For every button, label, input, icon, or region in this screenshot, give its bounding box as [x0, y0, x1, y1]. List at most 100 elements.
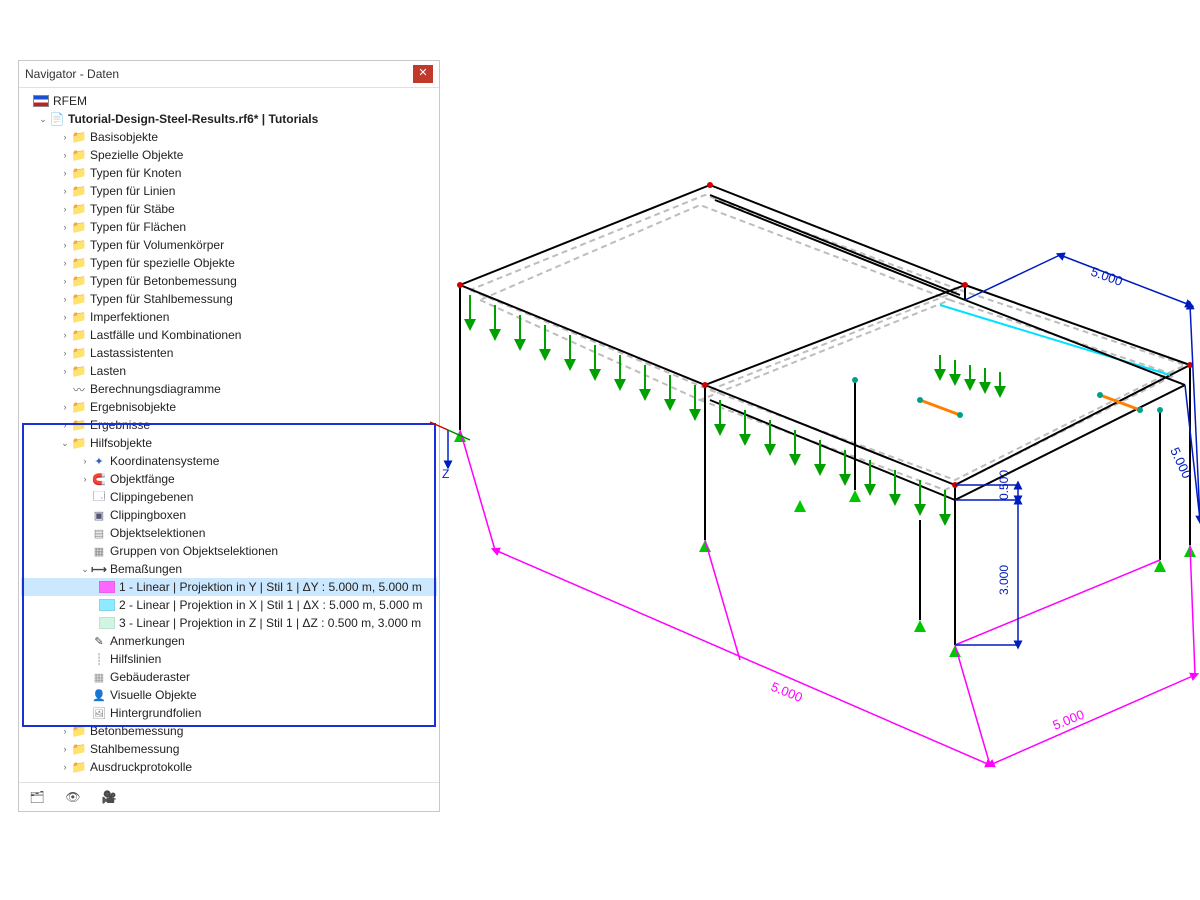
tree-label: Typen für Flächen — [90, 220, 186, 234]
folder-icon — [71, 742, 87, 756]
panel-title: Navigator - Daten — [25, 67, 119, 81]
tree-item-spezielle[interactable]: › Spezielle Objekte — [21, 146, 437, 164]
footer-view-tab[interactable]: 👁 — [61, 787, 85, 807]
caret-right-icon[interactable]: › — [59, 330, 71, 340]
tree-item-basisobjekte[interactable]: ›Basisobjekte — [21, 128, 437, 146]
tree-label: Lasten — [90, 364, 126, 378]
tree-label: Typen für Betonbemessung — [90, 274, 237, 288]
tree-item-hilfsobjekte[interactable]: ⌄Hilfsobjekte — [21, 434, 437, 452]
tree-item-hintergrund[interactable]: ›Hintergrundfolien — [21, 704, 437, 722]
group-icon — [91, 544, 107, 558]
tree-dim-item-1[interactable]: 1 - Linear | Projektion in Y | Stil 1 | … — [21, 578, 437, 596]
tree-item-objfaenge[interactable]: ›Objektfänge — [21, 470, 437, 488]
folder-icon — [71, 292, 87, 306]
tree-item-erg[interactable]: › Ergebnisse — [21, 416, 437, 434]
caret-down-icon[interactable]: ⌄ — [59, 438, 71, 449]
tree-label: Bemaßungen — [110, 562, 182, 576]
folder-icon — [71, 400, 87, 414]
tree-item-beton[interactable]: › Betonbemessung — [21, 722, 437, 740]
tree-label: Hilfslinien — [110, 652, 161, 666]
tree-label: Spezielle Objekte — [90, 148, 183, 162]
caret-right-icon[interactable]: › — [59, 168, 71, 178]
tree-item-stahl[interactable]: › Stahlbemessung — [21, 740, 437, 758]
tree-item-anmerk[interactable]: ›Anmerkungen — [21, 632, 437, 650]
footer-video-tab[interactable]: 🎥 — [97, 787, 121, 807]
folder-icon — [71, 724, 87, 738]
folder-icon — [71, 220, 87, 234]
tree-item-imperfekt[interactable]: ›Imperfektionen — [21, 308, 437, 326]
caret-right-icon[interactable]: › — [79, 474, 91, 484]
caret-right-icon[interactable]: › — [59, 348, 71, 358]
caret-right-icon[interactable]: › — [59, 186, 71, 196]
dim-text-z2: 3.000 — [997, 565, 1011, 595]
caret-down-icon[interactable]: ⌄ — [37, 114, 49, 125]
caret-right-icon[interactable]: › — [59, 222, 71, 232]
close-button[interactable]: ✕ — [413, 65, 433, 83]
tree-item-typ-stahl[interactable]: ›Typen für Stahlbemessung — [21, 290, 437, 308]
tree: ▸ RFEM ⌄ Tutorial-Design-Steel-Results.r… — [19, 88, 439, 776]
tree-item-typ-flaechen[interactable]: › Typen für Flächen — [21, 218, 437, 236]
tree-item-typ-staebe[interactable]: › Typen für Stäbe — [21, 200, 437, 218]
tree-label: 1 - Linear | Projektion in Y | Stil 1 | … — [119, 580, 419, 594]
tree-item-clipebenen[interactable]: ›Clippingebenen — [21, 488, 437, 506]
tree-item-ergobj[interactable]: › Ergebnisobjekte — [21, 398, 437, 416]
tree-item-koord[interactable]: › Koordinatensysteme — [21, 452, 437, 470]
caret-right-icon[interactable]: › — [59, 762, 71, 772]
tree-item-bemassungen[interactable]: ⌄ Bemaßungen — [21, 560, 437, 578]
tree-item-typ-knoten[interactable]: ›Typen für Knoten — [21, 164, 437, 182]
tree-label: Ergebnisobjekte — [90, 400, 176, 414]
annotation-icon — [91, 634, 107, 648]
caret-right-icon[interactable]: › — [59, 294, 71, 304]
tree-app-root[interactable]: ▸ RFEM — [21, 92, 437, 110]
caret-right-icon[interactable]: › — [59, 204, 71, 214]
caret-right-icon[interactable]: › — [59, 132, 71, 142]
tree-label: Typen für Volumenkörper — [90, 238, 224, 252]
caret-right-icon[interactable]: › — [59, 240, 71, 250]
tree-item-typ-spezielle[interactable]: ›Typen für spezielle Objekte — [21, 254, 437, 272]
caret-down-icon[interactable]: ⌄ — [79, 564, 91, 575]
tree-dim-item-2[interactable]: 2 - Linear | Projektion in X | Stil 1 | … — [21, 596, 437, 614]
model-viewport[interactable]: 5.000 5.000 5.000 5.000 0.500 3.000 Z — [400, 100, 1200, 800]
dim-text-y2: 5.000 — [1051, 707, 1087, 733]
tree-item-hilfslinien[interactable]: ›Hilfslinien — [21, 650, 437, 668]
tree-label: Typen für Stäbe — [90, 202, 175, 216]
tree-item-lastfaelle[interactable]: ›Lastfälle und Kombinationen — [21, 326, 437, 344]
tree-item-typ-linien[interactable]: ›Typen für Linien — [21, 182, 437, 200]
tree-label: Ergebnisse — [90, 418, 150, 432]
caret-right-icon[interactable]: › — [59, 420, 71, 430]
caret-right-icon[interactable]: › — [59, 366, 71, 376]
footer-data-tab[interactable]: 🗂 — [25, 787, 49, 807]
caret-right-icon[interactable]: › — [59, 276, 71, 286]
tree-item-objsel[interactable]: ›Objektselektionen — [21, 524, 437, 542]
caret-right-icon[interactable]: › — [59, 150, 71, 160]
app-icon — [33, 95, 49, 107]
tree-label: Stahlbemessung — [90, 742, 179, 756]
tree-item-lastassist[interactable]: ›Lastassistenten — [21, 344, 437, 362]
tree-item-gruppen[interactable]: ›Gruppen von Objektselektionen — [21, 542, 437, 560]
tree-item-ausdruck[interactable]: ›Ausdruckprotokolle — [21, 758, 437, 776]
tree-item-lasten[interactable]: › Lasten — [21, 362, 437, 380]
tree-item-typ-volumen[interactable]: › Typen für Volumenkörper — [21, 236, 437, 254]
color-swatch — [99, 599, 115, 611]
dimension-icon — [91, 562, 107, 576]
navigator-panel: Navigator - Daten ✕ ▸ RFEM ⌄ Tutorial-De… — [18, 60, 440, 812]
tree-label: Clippingebenen — [110, 490, 193, 504]
caret-right-icon[interactable]: › — [59, 312, 71, 322]
folder-icon — [71, 310, 87, 324]
caret-right-icon[interactable]: › — [59, 726, 71, 736]
tree-dim-item-3[interactable]: 3 - Linear | Projektion in Z | Stil 1 | … — [21, 614, 437, 632]
tree-label: Betonbemessung — [90, 724, 183, 738]
caret-right-icon[interactable]: › — [59, 258, 71, 268]
tree-item-clipboxen[interactable]: ›Clippingboxen — [21, 506, 437, 524]
tree-item-typ-beton[interactable]: › Typen für Betonbemessung — [21, 272, 437, 290]
caret-right-icon[interactable]: › — [79, 456, 91, 466]
tree-item-visobj[interactable]: ›Visuelle Objekte — [21, 686, 437, 704]
tree-file-root[interactable]: ⌄ Tutorial-Design-Steel-Results.rf6* | T… — [21, 110, 437, 128]
caret-right-icon[interactable]: › — [59, 744, 71, 754]
tree-label: Koordinatensysteme — [110, 454, 219, 468]
caret-right-icon[interactable]: › — [59, 402, 71, 412]
tree-item-berechnung[interactable]: ›Berechnungsdiagramme — [21, 380, 437, 398]
tree-item-gebraster[interactable]: ›Gebäuderaster — [21, 668, 437, 686]
visual-obj-icon — [91, 688, 107, 702]
color-swatch — [99, 581, 115, 593]
